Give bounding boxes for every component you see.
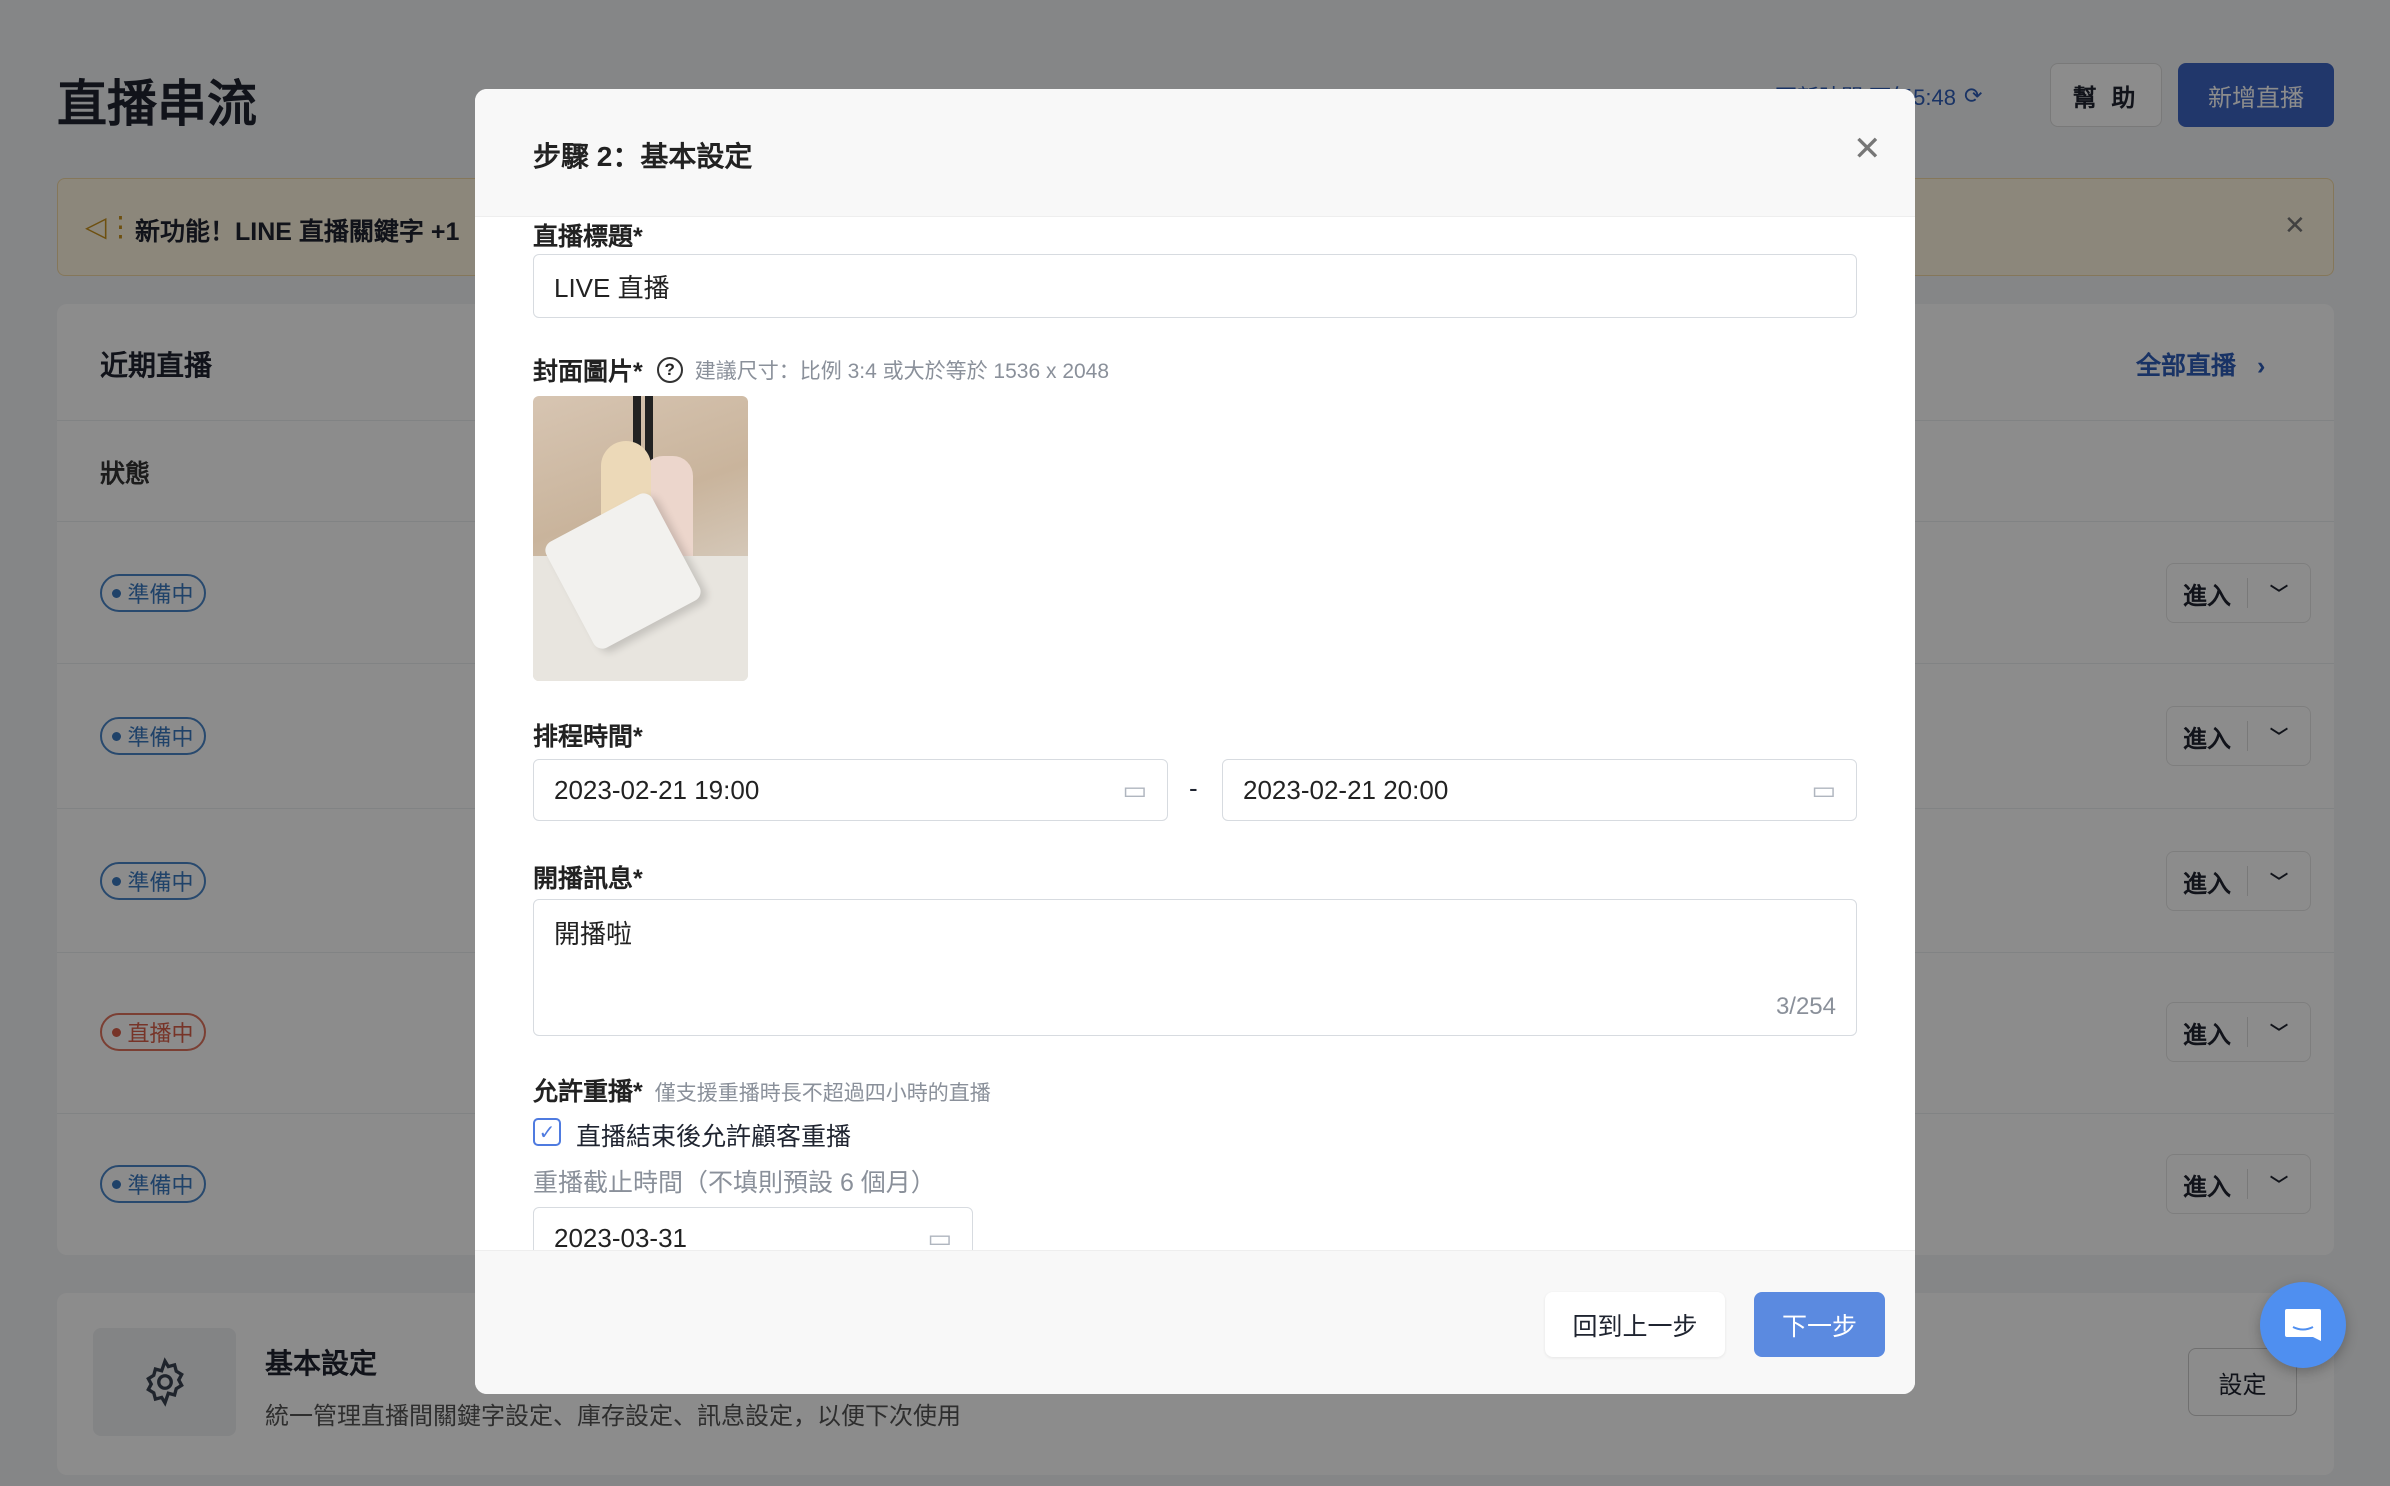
replay-deadline-input[interactable]: 2023-03-31 ▭ [533, 1207, 973, 1250]
chat-launcher[interactable] [2260, 1282, 2346, 1368]
cover-label-row: 封面圖片*? 建議尺寸：比例 3:4 或大於等於 1536 x 2048 [533, 357, 1110, 386]
live-title-input[interactable]: LIVE 直播 [533, 254, 1857, 318]
schedule-label: 排程時間* [533, 723, 643, 751]
dialog-body[interactable]: 直播標題* LIVE 直播 封面圖片*? 建議尺寸：比例 3:4 或大於等於 15… [475, 217, 1915, 1250]
help-circle-icon[interactable]: ? [656, 357, 683, 383]
calendar-icon[interactable]: ▭ [1122, 775, 1147, 806]
cover-image[interactable] [533, 396, 748, 681]
next-button[interactable]: 下一步 [1754, 1292, 1885, 1357]
replay-checkbox-label[interactable]: 直播結束後允許顧客重播 [576, 1117, 851, 1153]
char-counter: 3/254 [1775, 993, 1836, 1020]
replay-checkbox[interactable]: ✓ [533, 1118, 561, 1146]
end-time-input[interactable]: 2023-02-21 20:00 ▭ [1222, 759, 1857, 821]
start-time-input[interactable]: 2023-02-21 19:00 ▭ [533, 759, 1168, 821]
calendar-icon[interactable]: ▭ [927, 1223, 952, 1251]
close-icon[interactable]: ✕ [1853, 129, 1882, 169]
dialog-footer: 回到上一步 下一步 [475, 1250, 1915, 1394]
calendar-icon[interactable]: ▭ [1811, 775, 1836, 806]
live-title-label: 直播標題* [533, 223, 643, 251]
range-separator: - [1189, 773, 1198, 803]
message-textarea[interactable]: 開播啦 3/254 [533, 899, 1857, 1036]
replay-deadline-label: 重播截止時間（不填則預設 6 個月） [533, 1169, 936, 1197]
chat-icon [2285, 1309, 2321, 1341]
replay-label-row: 允許重播* 僅支援重播時長不超過四小時的直播 [533, 1078, 991, 1106]
step2-dialog: 步驟 2：基本設定 ✕ 直播標題* LIVE 直播 封面圖片*? 建議尺寸：比例 … [475, 89, 1915, 1394]
dialog-title: 步驟 2：基本設定 [533, 141, 753, 172]
message-label: 開播訊息* [533, 865, 643, 893]
back-button[interactable]: 回到上一步 [1545, 1292, 1725, 1357]
